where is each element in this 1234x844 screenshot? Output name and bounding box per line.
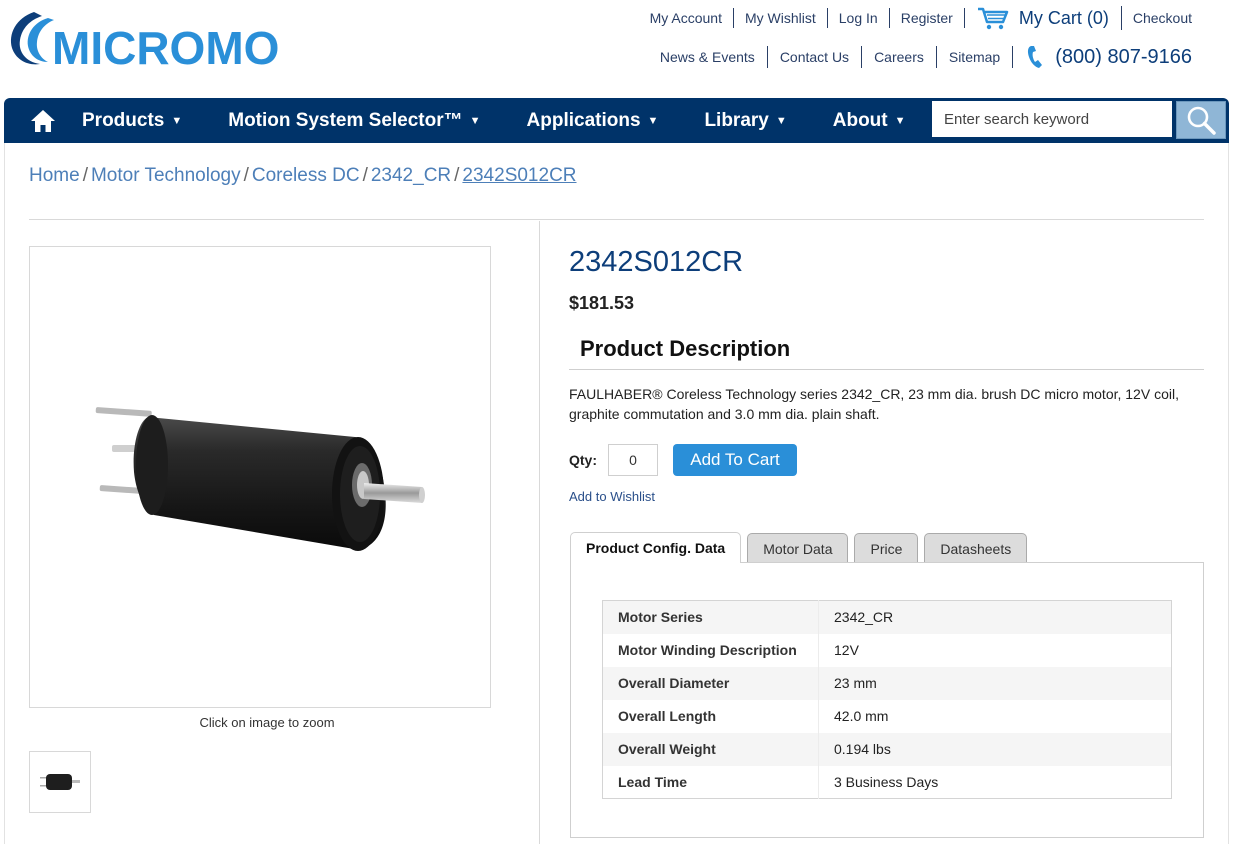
- spec-value: 42.0 mm: [834, 708, 889, 724]
- divider: [569, 369, 1204, 370]
- login-link[interactable]: Log In: [828, 8, 890, 28]
- table-row: Overall Length 42.0 mm: [602, 699, 1172, 733]
- breadcrumb-series[interactable]: 2342_CR: [371, 165, 451, 186]
- table-row: Motor Series 2342_CR: [602, 600, 1172, 634]
- tab-motor-data[interactable]: Motor Data: [747, 533, 849, 563]
- my-wishlist-link[interactable]: My Wishlist: [734, 8, 828, 28]
- home-icon[interactable]: [4, 98, 82, 143]
- spec-key: Overall Weight: [602, 732, 819, 766]
- tab-price[interactable]: Price: [854, 533, 919, 563]
- spec-key: Lead Time: [602, 765, 819, 799]
- breadcrumb-coreless-dc[interactable]: Coreless DC: [252, 165, 360, 186]
- chevron-down-icon: ▼: [647, 114, 659, 127]
- spec-value: 12V: [834, 642, 859, 658]
- spec-value: 2342_CR: [834, 609, 894, 626]
- spec-table: Motor Series 2342_CR Motor Winding Descr…: [602, 600, 1172, 799]
- tab-product-config-data[interactable]: Product Config. Data: [570, 532, 742, 563]
- breadcrumb-current[interactable]: 2342S012CR: [462, 165, 576, 186]
- divider: [29, 219, 1204, 220]
- micromo-logo[interactable]: MICROMO: [4, 6, 322, 70]
- search-icon: [1187, 106, 1216, 135]
- tab-datasheets[interactable]: Datasheets: [924, 533, 1028, 563]
- spec-key: Overall Diameter: [602, 666, 819, 700]
- phone-number[interactable]: (800) 807-9166: [1013, 45, 1192, 69]
- chevron-down-icon: ▼: [775, 114, 787, 127]
- nav-about[interactable]: About ▼: [833, 110, 906, 132]
- breadcrumb-separator: /: [362, 165, 368, 186]
- column-divider: [539, 221, 540, 844]
- secondary-links: News & Events Contact Us Careers Sitemap…: [648, 46, 1192, 68]
- spec-value: 3 Business Days: [834, 773, 939, 790]
- nav-applications-label: Applications: [526, 109, 641, 131]
- phone-icon: [1028, 46, 1043, 68]
- breadcrumb: Home / Motor Technology / Coreless DC/2342_C…: [29, 165, 577, 187]
- description-heading: Product Description: [580, 336, 791, 361]
- nav-library[interactable]: Library ▼: [704, 110, 786, 132]
- table-row: Lead Time 3 Business Days: [602, 765, 1172, 799]
- chevron-down-icon: ▼: [894, 114, 906, 127]
- motor-illustration: [95, 407, 425, 551]
- spec-key: Motor Series: [602, 600, 819, 634]
- table-row: Overall Weight 0.194 lbs: [602, 732, 1172, 766]
- breadcrumb-separator: /: [454, 165, 460, 186]
- cart-label: My Cart (0): [1018, 8, 1109, 28]
- breadcrumb-separator: /: [82, 165, 88, 186]
- cart-icon: [977, 7, 1009, 30]
- my-account-link[interactable]: My Account: [639, 8, 734, 28]
- careers-link[interactable]: Careers: [862, 46, 937, 68]
- breadcrumb-separator: /: [243, 165, 249, 186]
- table-row: Overall Diameter 23 mm: [602, 666, 1172, 700]
- product-description: FAULHABER® Coreless Technology series 23…: [569, 386, 1179, 422]
- add-to-wishlist-link[interactable]: Add to Wishlist: [569, 489, 655, 504]
- sitemap-link[interactable]: Sitemap: [937, 46, 1014, 68]
- product-title: 2342S012CR: [569, 246, 744, 278]
- nav-products-label: Products: [82, 109, 165, 131]
- spec-key: Motor Winding Description: [602, 633, 819, 667]
- product-tabs: Product Config. Data Motor Data Price Da…: [570, 532, 1033, 563]
- logo-wordmark: MICROMO: [52, 22, 279, 70]
- nav-products[interactable]: Products ▼: [82, 110, 182, 132]
- nav-motion-system-selector[interactable]: Motion System Selector™ ▼: [228, 110, 480, 132]
- main-nav: Products ▼ Motion System Selector™ ▼ Appli…: [4, 98, 1229, 143]
- utility-links: My Account My Wishlist Log In Register M…: [639, 6, 1192, 30]
- phone-text: (800) 807-9166: [1055, 45, 1192, 68]
- add-to-cart-button[interactable]: Add To Cart: [673, 444, 797, 476]
- spec-key: Overall Length: [602, 699, 819, 733]
- spec-value: 0.194 lbs: [834, 741, 891, 757]
- register-link[interactable]: Register: [890, 8, 965, 28]
- chevron-down-icon: ▼: [469, 114, 481, 127]
- chevron-down-icon: ▼: [171, 114, 183, 127]
- nav-about-label: About: [832, 109, 888, 131]
- breadcrumb-motor-technology[interactable]: Motor Technology: [91, 165, 241, 186]
- news-events-link[interactable]: News & Events: [648, 46, 768, 68]
- nav-applications[interactable]: Applications ▼: [527, 110, 659, 132]
- product-image[interactable]: [29, 246, 491, 708]
- qty-input[interactable]: [608, 444, 658, 476]
- nav-library-label: Library: [704, 109, 769, 131]
- checkout-link[interactable]: Checkout: [1122, 8, 1192, 28]
- my-cart-link[interactable]: My Cart (0): [965, 6, 1122, 30]
- contact-us-link[interactable]: Contact Us: [768, 46, 863, 68]
- search-button[interactable]: [1176, 101, 1226, 139]
- qty-label: Qty:: [569, 452, 597, 468]
- search-input[interactable]: [932, 101, 1172, 137]
- breadcrumb-home[interactable]: Home: [29, 165, 80, 186]
- spec-value: 23 mm: [834, 675, 877, 691]
- product-price: $181.53: [569, 293, 635, 313]
- product-thumbnail[interactable]: [29, 751, 91, 813]
- zoom-hint: Click on image to zoom: [199, 715, 335, 730]
- motor-thumbnail-illustration: [40, 774, 80, 790]
- nav-mss-label: Motion System Selector™: [228, 109, 463, 131]
- table-row: Motor Winding Description 12V: [602, 633, 1172, 667]
